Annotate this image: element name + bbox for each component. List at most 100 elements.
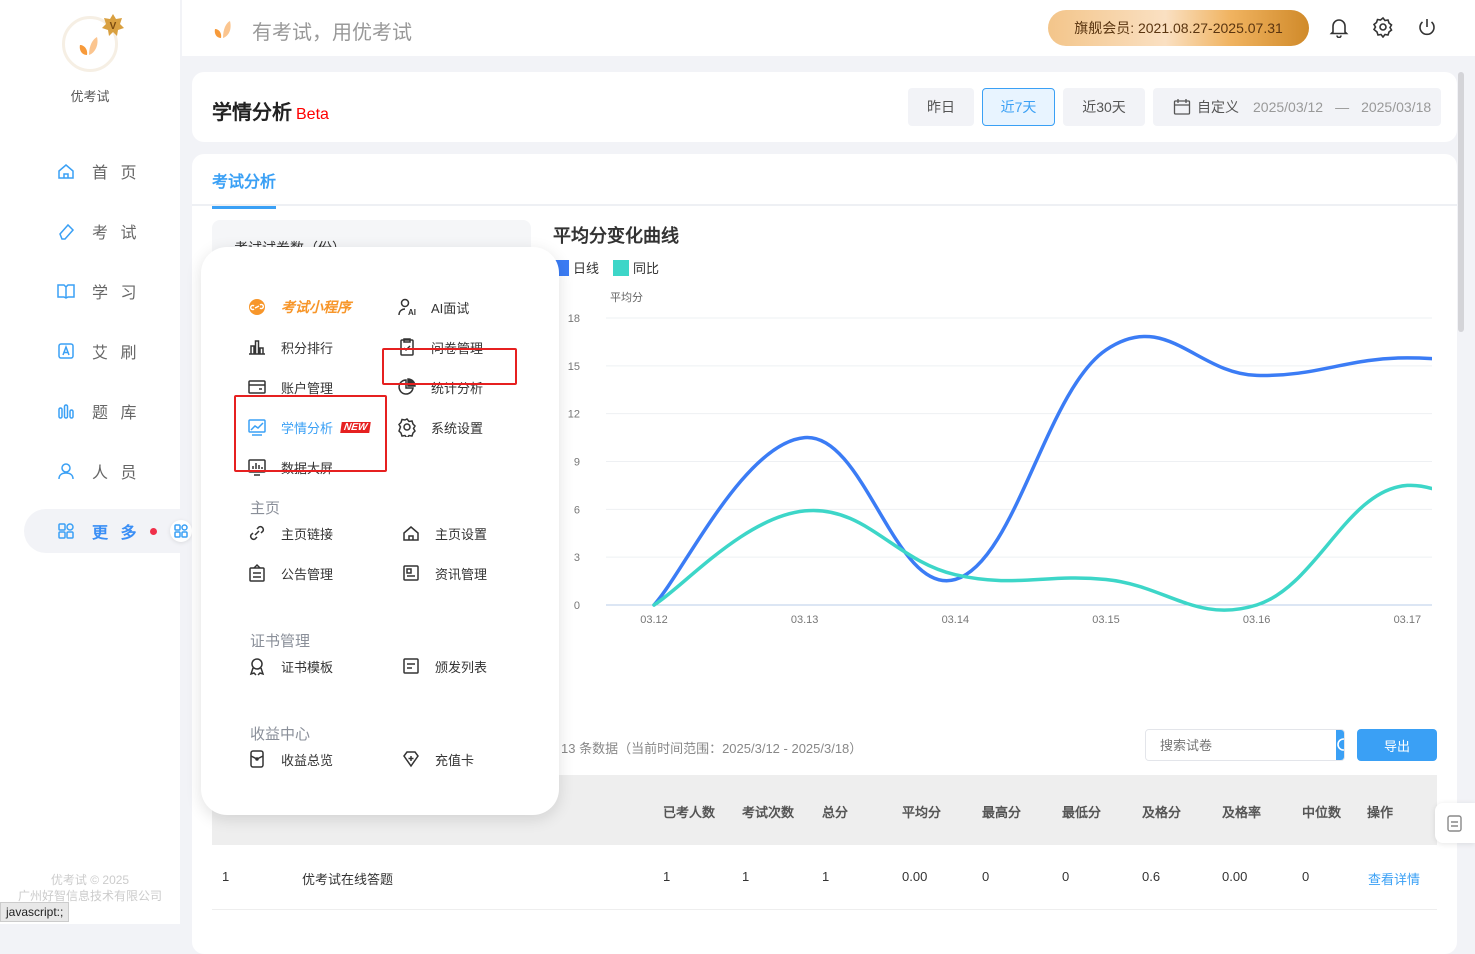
section-item[interactable]: 颁发列表 bbox=[401, 654, 487, 678]
y-tick-label: 15 bbox=[568, 361, 580, 373]
y-tick-label: 9 bbox=[574, 457, 580, 469]
bell-icon[interactable] bbox=[1328, 16, 1350, 38]
sidebar-item-6[interactable]: 更 多 bbox=[24, 509, 180, 553]
slogan: 有考试，用优考试 bbox=[252, 22, 412, 44]
row-index: 1 bbox=[222, 869, 230, 884]
user-icon bbox=[58, 463, 74, 480]
section-item[interactable]: 主页链接 bbox=[247, 521, 333, 545]
cell: 0.00 bbox=[1222, 869, 1248, 884]
search-button[interactable] bbox=[1336, 730, 1344, 760]
scrollbar-thumb[interactable] bbox=[1458, 72, 1464, 332]
expand-apps-button[interactable] bbox=[170, 520, 192, 542]
column-header: 考试次数 bbox=[742, 805, 795, 820]
y-tick-label: 18 bbox=[568, 313, 580, 325]
a-icon bbox=[58, 343, 74, 359]
export-button[interactable]: 导出 bbox=[1357, 729, 1437, 761]
cell: 0.6 bbox=[1142, 869, 1161, 884]
tab-exam-analysis[interactable]: 考试分析 bbox=[212, 168, 277, 209]
tab-divider bbox=[192, 204, 1457, 206]
notice-icon bbox=[249, 563, 265, 582]
section-item[interactable]: 充值卡 bbox=[401, 747, 474, 771]
column-header: 最高分 bbox=[982, 805, 1022, 820]
sidebar-item-1[interactable]: 考 试 bbox=[24, 209, 180, 253]
y-axis-label: 平均分 bbox=[610, 291, 643, 304]
app-label: 考试小程序 bbox=[281, 299, 351, 315]
app-item-2[interactable]: 积分排行 bbox=[247, 335, 333, 359]
section-title: 主页 bbox=[250, 500, 281, 517]
sidebar-item-label: 首 页 bbox=[92, 165, 141, 182]
diamond-plus-icon bbox=[403, 751, 419, 768]
cell: 0 bbox=[1062, 869, 1070, 884]
status-bar-url: javascript:; bbox=[0, 902, 70, 922]
section-item[interactable]: 收益总览 bbox=[247, 747, 333, 771]
sidebar-item-label: 考 试 bbox=[92, 225, 141, 242]
more-apps-popup: 考试小程序 AI AI面试 积分排行 问卷管理 账户管理 统计分析 学情分析 NEW 系统设置 数据… bbox=[201, 247, 559, 815]
copyright: 优考试 © 2025 bbox=[50, 873, 130, 887]
highlight-box bbox=[382, 348, 517, 385]
document-icon bbox=[1447, 815, 1462, 832]
column-header: 总分 bbox=[822, 805, 849, 820]
feedback-button[interactable] bbox=[1435, 803, 1475, 843]
exam-name: 优考试在线答题 bbox=[302, 872, 394, 887]
sidebar-item-label: 更 多 bbox=[92, 525, 141, 542]
apps-icon bbox=[58, 523, 74, 539]
item-label: 收益总览 bbox=[281, 752, 334, 768]
app-item-0[interactable]: 考试小程序 bbox=[247, 295, 351, 319]
cell: 0 bbox=[1302, 869, 1310, 884]
item-label: 证书模板 bbox=[281, 659, 334, 675]
membership-badge[interactable]: 旗舰会员: 2021.08.27-2025.07.31 bbox=[1048, 10, 1309, 46]
section-item[interactable]: 资讯管理 bbox=[401, 561, 487, 585]
column-header: 及格率 bbox=[1222, 805, 1262, 820]
app-label: 系统设置 bbox=[431, 420, 484, 436]
eraser-icon bbox=[59, 223, 75, 240]
range-7days-button[interactable]: 近7天 bbox=[982, 88, 1055, 126]
sidebar-item-5[interactable]: 人 员 bbox=[24, 449, 180, 493]
sidebar-item-3[interactable]: 艾 刷 bbox=[24, 329, 180, 373]
item-label: 颁发列表 bbox=[435, 659, 488, 675]
list-icon bbox=[403, 658, 419, 674]
brand-name: 优考试 bbox=[70, 89, 110, 104]
sidebar: V 优考试 首 页考 试学 习艾 刷题 库人 员更 多 优考试 © 2025 广… bbox=[0, 0, 180, 924]
sidebar-item-2[interactable]: 学 习 bbox=[24, 269, 180, 313]
home-icon bbox=[403, 526, 419, 541]
view-details-link[interactable]: 查看详情 bbox=[1368, 869, 1420, 888]
app-item-1[interactable]: AI AI面试 bbox=[397, 295, 469, 319]
legend-label: 日线 bbox=[573, 261, 600, 276]
range-yesterday-button[interactable]: 昨日 bbox=[908, 88, 974, 126]
item-label: 公告管理 bbox=[281, 566, 334, 582]
power-icon[interactable] bbox=[1416, 16, 1438, 38]
y-tick-label: 0 bbox=[574, 600, 580, 612]
line-chart: 平均分 0 3 6 9 12 15 18 03.12 03.13 03.14 03.15 03.16 03… bbox=[568, 291, 1432, 626]
vip-badge-icon: V bbox=[102, 14, 124, 36]
range-30days-button[interactable]: 近30天 bbox=[1063, 88, 1145, 126]
x-tick-label: 03.16 bbox=[1243, 614, 1271, 626]
gear-icon[interactable] bbox=[1372, 16, 1394, 38]
award-icon bbox=[249, 658, 265, 676]
cell: 1 bbox=[822, 869, 830, 884]
custom-label: 自定义 bbox=[1197, 99, 1239, 115]
start-date[interactable]: 2025/03/12 bbox=[1253, 99, 1323, 115]
column-header: 最低分 bbox=[1062, 805, 1102, 820]
section-item[interactable]: 主页设置 bbox=[401, 521, 487, 545]
sidebar-item-label: 学 习 bbox=[92, 285, 141, 302]
section-item[interactable]: 公告管理 bbox=[247, 561, 333, 585]
end-date[interactable]: 2025/03/18 bbox=[1361, 99, 1431, 115]
x-tick-label: 03.13 bbox=[791, 614, 819, 626]
section-item[interactable]: 证书模板 bbox=[247, 654, 333, 678]
news-icon bbox=[403, 565, 419, 581]
chart-title: 平均分变化曲线 bbox=[553, 226, 679, 246]
cell: 0.00 bbox=[902, 869, 928, 884]
app-item-7[interactable]: 系统设置 bbox=[397, 415, 483, 439]
column-header: 已考人数 bbox=[663, 805, 716, 820]
custom-date-range[interactable]: 自定义 2025/03/12 — 2025/03/18 bbox=[1153, 88, 1441, 126]
sidebar-item-0[interactable]: 首 页 bbox=[24, 149, 180, 193]
legend-label: 同比 bbox=[633, 261, 660, 276]
cell: 1 bbox=[663, 869, 671, 884]
revenue-icon bbox=[250, 750, 264, 768]
cell: 1 bbox=[742, 869, 750, 884]
y-tick-label: 12 bbox=[568, 409, 580, 421]
search-input[interactable] bbox=[1146, 730, 1336, 760]
app-label: AI面试 bbox=[431, 300, 470, 316]
page-title: 学情分析 Beta bbox=[212, 102, 329, 124]
sidebar-item-4[interactable]: 题 库 bbox=[24, 389, 180, 433]
